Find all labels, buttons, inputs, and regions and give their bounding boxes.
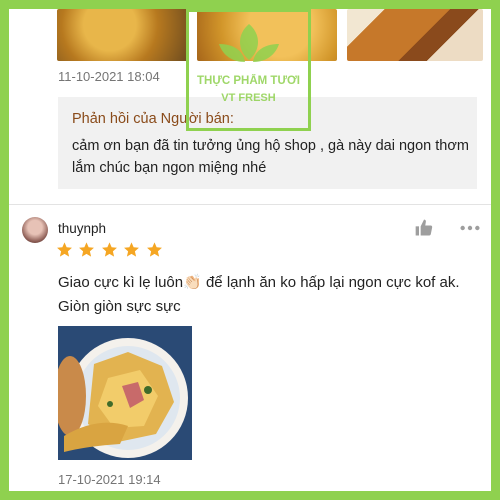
- review-photo-thumbnail[interactable]: [57, 9, 189, 61]
- avatar[interactable]: [22, 217, 48, 243]
- review-divider: [9, 204, 491, 205]
- review-text: Giao cực kì lẹ luôn👏🏻 để lạnh ăn ko hấp …: [58, 271, 478, 319]
- reviewer-username[interactable]: thuynph: [58, 221, 106, 236]
- review-timestamp: 17-10-2021 19:14: [58, 472, 161, 487]
- clapping-emoji: 👏🏻: [183, 274, 202, 291]
- previous-review-timestamp: 11-10-2021 18:04: [58, 69, 160, 84]
- brand-watermark: THỰC PHẨM TƯƠI VT FRESH: [186, 9, 311, 131]
- more-options-icon[interactable]: [459, 218, 481, 238]
- star-rating: [56, 241, 164, 261]
- thumbs-up-icon[interactable]: [414, 218, 434, 238]
- watermark-brand-line2: VT FRESH: [221, 92, 276, 104]
- leaf-logo-icon: [219, 24, 279, 62]
- star-icon: [57, 242, 72, 257]
- review-text-part1: Giao cực kì lẹ luôn: [58, 274, 184, 291]
- watermark-brand-line1: THỰC PHẨM TƯƠI: [197, 75, 300, 87]
- star-icon: [101, 242, 117, 257]
- seller-reply-text: cảm ơn bạn đã tin tưởng ủng hộ shop , gà…: [72, 138, 469, 176]
- food-photo-image: [58, 326, 192, 460]
- review-photo[interactable]: [58, 326, 192, 460]
- star-icon: [124, 242, 140, 257]
- review-photo-thumbnail[interactable]: [347, 9, 483, 61]
- star-icon: [79, 242, 95, 257]
- star-icon: [146, 242, 162, 257]
